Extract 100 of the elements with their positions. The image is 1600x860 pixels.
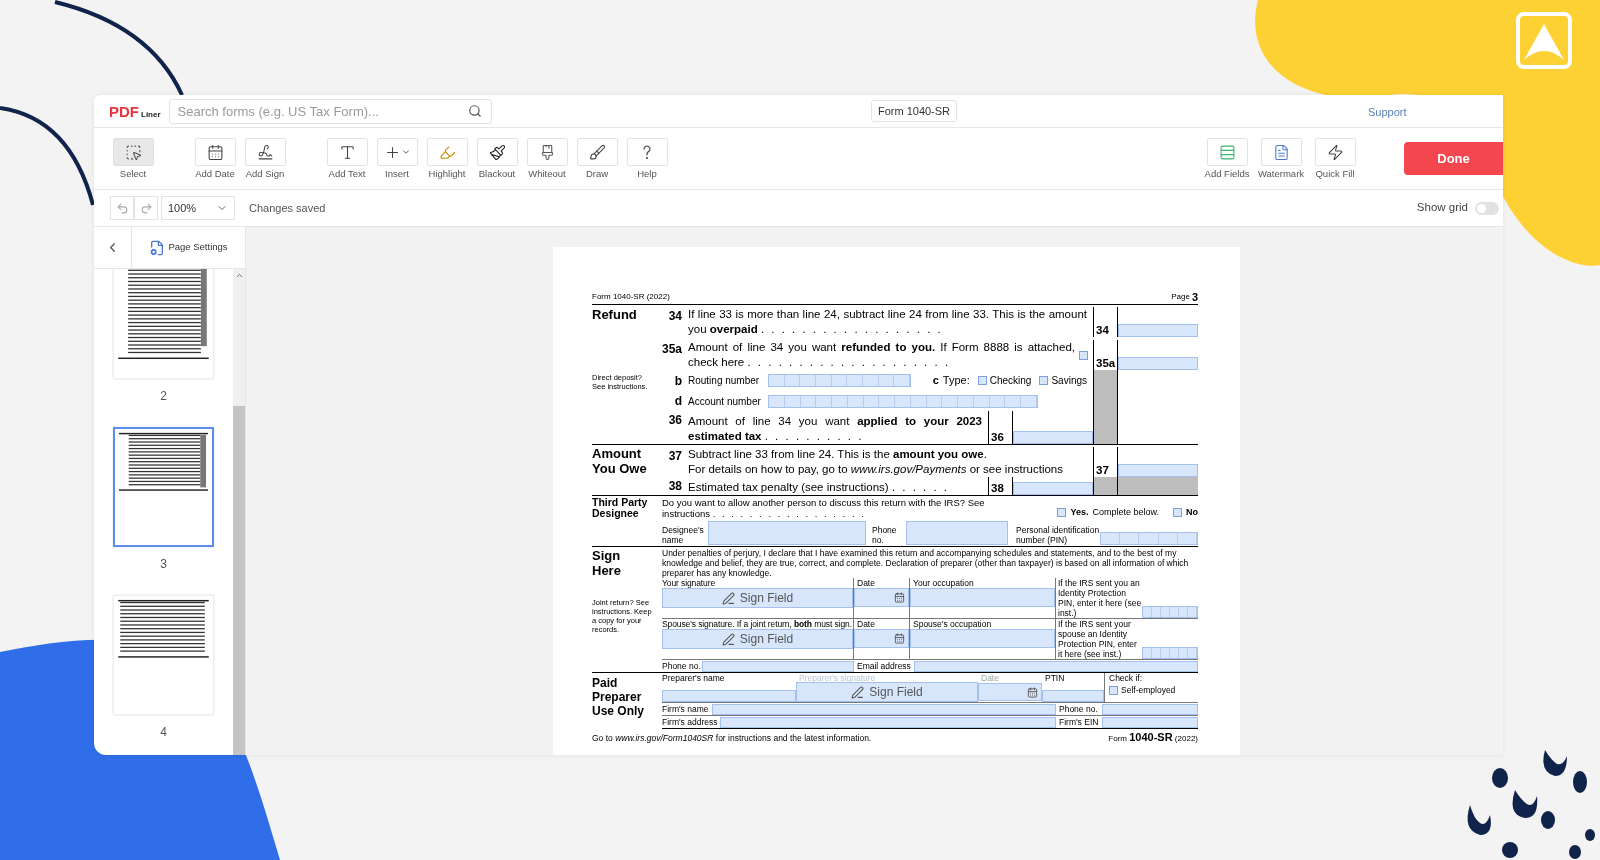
list-icon bbox=[1218, 143, 1236, 161]
input-field[interactable] bbox=[1102, 716, 1198, 728]
line-number: b bbox=[673, 372, 683, 390]
sign-field-button[interactable]: Sign Field bbox=[662, 629, 853, 649]
input-field[interactable] bbox=[768, 394, 1038, 408]
input-field[interactable] bbox=[978, 683, 1042, 701]
input-field[interactable] bbox=[1042, 690, 1104, 702]
input-field[interactable] bbox=[768, 374, 911, 387]
input-field[interactable] bbox=[1118, 464, 1198, 477]
checkbox[interactable] bbox=[1057, 507, 1067, 517]
tool-button[interactable] bbox=[476, 138, 518, 167]
tool-label: Help bbox=[637, 169, 657, 179]
page-label: Page bbox=[1171, 291, 1190, 303]
input-field[interactable] bbox=[910, 629, 1055, 648]
input-field[interactable] bbox=[1118, 357, 1198, 370]
line-text: Estimated tax penalty (see instructions) . . . . . . bbox=[688, 480, 951, 495]
save-status: Changes saved bbox=[249, 200, 326, 216]
zoom-select[interactable]: 100% bbox=[161, 196, 235, 220]
checkbox[interactable] bbox=[1109, 685, 1118, 695]
input-field[interactable] bbox=[1100, 532, 1198, 545]
calendar-icon bbox=[1027, 686, 1038, 698]
line-number: 35a bbox=[1095, 356, 1117, 370]
tool-label: Draw bbox=[585, 169, 609, 179]
field-label: Firm's address bbox=[662, 717, 719, 727]
field-label: Self-employed bbox=[1121, 685, 1176, 695]
page-number: 2 bbox=[160, 388, 167, 405]
checkbox[interactable] bbox=[977, 376, 987, 385]
done-button[interactable]: Done bbox=[1404, 142, 1503, 175]
field-label: Designee's name bbox=[662, 525, 705, 545]
cursor-icon bbox=[124, 143, 142, 161]
option-note: Complete below. bbox=[1092, 505, 1159, 519]
page-settings-button[interactable]: Page Settings bbox=[132, 227, 245, 268]
input-field[interactable] bbox=[1013, 482, 1093, 495]
field-label: Phone no. bbox=[1058, 704, 1099, 714]
input-field[interactable] bbox=[1013, 431, 1093, 444]
field-label: Spouse's occupation bbox=[912, 619, 993, 629]
checkbox[interactable] bbox=[1173, 507, 1182, 517]
tool-label: Add Text bbox=[328, 169, 366, 179]
checkbox[interactable] bbox=[1079, 351, 1088, 360]
pen-icon bbox=[721, 591, 735, 605]
grid-toggle[interactable] bbox=[1475, 201, 1499, 215]
input-field[interactable] bbox=[906, 521, 1008, 545]
input-field[interactable] bbox=[1118, 324, 1198, 337]
calendar-icon bbox=[894, 633, 905, 644]
input-field[interactable] bbox=[914, 660, 1198, 672]
tool-button[interactable] bbox=[576, 138, 618, 167]
search-field[interactable]: Search forms (e.g. US Tax Form)... bbox=[168, 98, 492, 124]
line-text: For details on how to pay, go to www.irs.gov/Payments or see instructions bbox=[688, 462, 1064, 477]
sign-field-button[interactable]: Sign Field bbox=[796, 682, 978, 702]
tool-label: Blackout bbox=[478, 169, 516, 179]
calendar-icon bbox=[894, 592, 905, 603]
input-field[interactable] bbox=[662, 690, 796, 702]
document-title: Form 1040-SR bbox=[870, 99, 958, 123]
sign-field-button[interactable]: Sign Field bbox=[662, 588, 853, 608]
tool-label: Watermark bbox=[1257, 169, 1305, 179]
input-field[interactable] bbox=[720, 716, 1056, 728]
tool-label: Insert bbox=[385, 169, 409, 179]
input-field[interactable] bbox=[854, 588, 909, 607]
footer-text: Go to www.irs.gov/Form1040SR for instructions and the latest information. bbox=[592, 732, 872, 745]
paintbrush-icon bbox=[488, 143, 506, 161]
line-number: 38 bbox=[990, 481, 1005, 495]
input-field[interactable] bbox=[854, 629, 909, 648]
line-text: Amount of line 34 you want refunded to you. If Form 8888 is attached, check here . . . . . . . . . . . . . . . . . . . . bbox=[688, 340, 1076, 370]
field-label: Phone no. bbox=[662, 661, 702, 671]
line-text: Amount of line 34 you want applied to your 2023 estimated tax . . . . . . . . . . bbox=[688, 414, 983, 444]
field-label: Check if: bbox=[1109, 673, 1144, 683]
input-field[interactable] bbox=[1102, 703, 1198, 715]
input-field[interactable] bbox=[910, 588, 1055, 607]
checkbox[interactable] bbox=[1039, 376, 1049, 385]
undo-button[interactable] bbox=[110, 196, 134, 220]
input-field[interactable] bbox=[1142, 647, 1198, 659]
undo-icon bbox=[115, 201, 129, 215]
input-field[interactable] bbox=[1142, 606, 1198, 618]
input-field[interactable] bbox=[702, 660, 854, 672]
field-label: If the IRS sent your spouse an Identity Protection PIN, enter it here (see inst.) bbox=[1058, 619, 1138, 659]
option-label: Checking bbox=[989, 374, 1032, 388]
logo[interactable]: PDF Liner bbox=[109, 103, 161, 119]
page-number: 3 bbox=[160, 556, 167, 573]
section-title: Paid Preparer Use Only bbox=[592, 675, 646, 720]
input-field[interactable] bbox=[708, 521, 866, 545]
field-label: PTIN bbox=[1044, 673, 1066, 683]
line-number: 34 bbox=[667, 308, 683, 325]
page-thumbnail[interactable] bbox=[113, 427, 214, 547]
redo-button[interactable] bbox=[134, 196, 158, 220]
line-text: Type: bbox=[942, 373, 970, 389]
scrollbar[interactable] bbox=[233, 269, 245, 755]
tool-label: Highlight bbox=[428, 169, 466, 179]
page-number: 4 bbox=[160, 724, 167, 741]
tool-button[interactable] bbox=[194, 138, 236, 167]
option-label: Savings bbox=[1051, 374, 1087, 388]
tool-button[interactable] bbox=[1314, 138, 1356, 167]
field-label: Firm's EIN bbox=[1058, 717, 1100, 727]
pen-icon bbox=[851, 685, 865, 699]
input-field[interactable] bbox=[712, 703, 1056, 715]
settings-icon bbox=[149, 239, 166, 256]
field-label: Firm's name bbox=[662, 704, 710, 714]
document-icon bbox=[1272, 143, 1290, 161]
pen-icon bbox=[721, 632, 735, 646]
section-title: Third Party Designee bbox=[592, 497, 649, 521]
support-link[interactable]: Support bbox=[1368, 106, 1407, 118]
